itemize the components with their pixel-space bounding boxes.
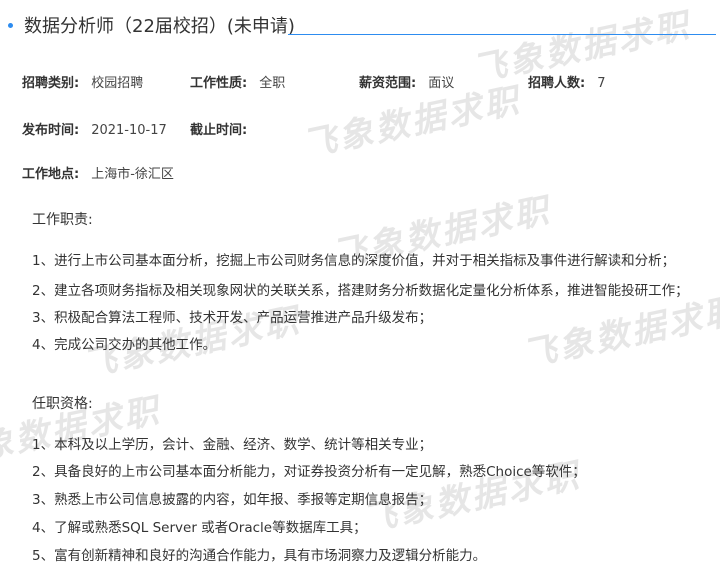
publish-label: 发布时间: (22, 123, 80, 138)
duties-heading: 工作职责: (32, 212, 93, 228)
job-title-row: 数据分析师（22届校招）(未申请) (8, 10, 716, 40)
location-label: 工作地点: (22, 167, 80, 182)
requirements-heading: 任职资格: (32, 396, 93, 412)
count-value: 7 (597, 76, 606, 91)
title-divider (288, 34, 716, 35)
requirement-item: 4、了解或熟悉SQL Server 或者Oracle等数据库工具； (32, 520, 367, 536)
field-count: 招聘人数: 7 (528, 72, 605, 91)
requirement-item: 5、富有创新精神和良好的沟通合作能力，具有市场洞察力及逻辑分析能力。 (32, 548, 487, 564)
salary-label: 薪资范围: (359, 76, 417, 91)
field-publish: 发布时间: 2021-10-17 (22, 119, 167, 138)
requirement-item: 3、熟悉上市公司信息披露的内容，如年报、季报等定期信息报告； (32, 492, 433, 508)
title-bullet-icon (8, 23, 13, 28)
salary-value: 面议 (428, 76, 455, 91)
field-nature: 工作性质: 全职 (190, 72, 285, 91)
field-deadline: 截止时间: (190, 119, 259, 138)
nature-label: 工作性质: (190, 76, 248, 91)
nature-value: 全职 (259, 76, 286, 91)
count-label: 招聘人数: (528, 76, 586, 91)
field-category: 招聘类别: 校园招聘 (22, 72, 143, 91)
publish-value: 2021-10-17 (91, 123, 167, 138)
field-salary: 薪资范围: 面议 (359, 72, 454, 91)
category-value: 校园招聘 (91, 76, 144, 91)
deadline-label: 截止时间: (190, 123, 248, 138)
duty-item: 2、建立各项财务指标及相关现象网状的关联关系，搭建财务分析数据化定量化分析体系，… (32, 283, 689, 299)
duty-item: 1、进行上市公司基本面分析，挖掘上市公司财务信息的深度价值，并对于相关指标及事件… (32, 253, 676, 269)
category-label: 招聘类别: (22, 76, 80, 91)
requirement-item: 1、本科及以上学历，会计、金融、经济、数学、统计等相关专业； (32, 437, 433, 453)
duty-item: 3、积极配合算法工程师、技术开发、产品运营推进产品升级发布； (32, 310, 433, 326)
requirement-item: 2、具备良好的上市公司基本面分析能力，对证券投资分析有一定见解，熟悉Choice… (32, 464, 586, 480)
job-title: 数据分析师（22届校招）(未申请) (24, 16, 295, 37)
field-location: 工作地点: 上海市-徐汇区 (22, 163, 174, 182)
duty-item: 4、完成公司交办的其他工作。 (32, 337, 217, 353)
location-value: 上海市-徐汇区 (91, 167, 174, 182)
